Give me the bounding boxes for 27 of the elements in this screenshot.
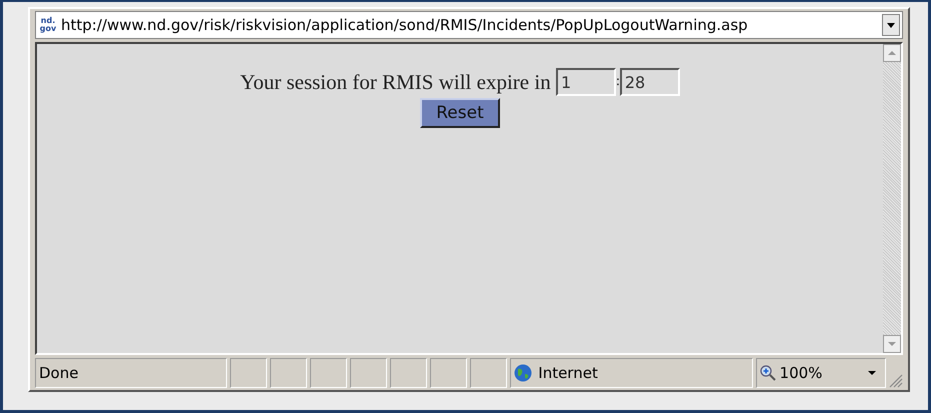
caret-icon bbox=[868, 371, 876, 375]
status-pane bbox=[350, 358, 388, 388]
status-pane bbox=[310, 358, 348, 388]
reset-button[interactable]: Reset bbox=[420, 98, 500, 128]
zone-text: Internet bbox=[538, 364, 598, 382]
status-pane bbox=[470, 358, 508, 388]
url-text: http://www.nd.gov/risk/riskvision/application/sond/RMIS/Incidents/PopUpLogoutWarning.asp bbox=[61, 16, 749, 34]
status-pane bbox=[430, 358, 468, 388]
status-pane: Done bbox=[35, 358, 227, 388]
seconds-field[interactable]: 28 bbox=[620, 68, 680, 96]
dropdown-button[interactable] bbox=[882, 14, 900, 36]
resize-grip-icon[interactable] bbox=[889, 374, 904, 388]
globe-icon bbox=[514, 364, 532, 382]
zoom-icon bbox=[760, 365, 776, 381]
scroll-up-icon[interactable] bbox=[888, 51, 896, 55]
zoom-text: 100% bbox=[780, 364, 824, 382]
colon-text: : bbox=[616, 74, 620, 90]
status-pane bbox=[230, 358, 267, 388]
caret-icon bbox=[887, 22, 895, 28]
scroll-down-icon[interactable] bbox=[888, 342, 896, 346]
minutes-field[interactable]: 1 bbox=[556, 68, 616, 96]
status-pane bbox=[390, 358, 428, 388]
status-pane bbox=[270, 358, 308, 388]
zoom-control[interactable]: 100% bbox=[756, 358, 886, 388]
scrollbar[interactable] bbox=[883, 44, 901, 353]
favicon: nd.gov bbox=[39, 17, 57, 33]
session-message: Your session for RMIS will expire in bbox=[240, 70, 552, 94]
